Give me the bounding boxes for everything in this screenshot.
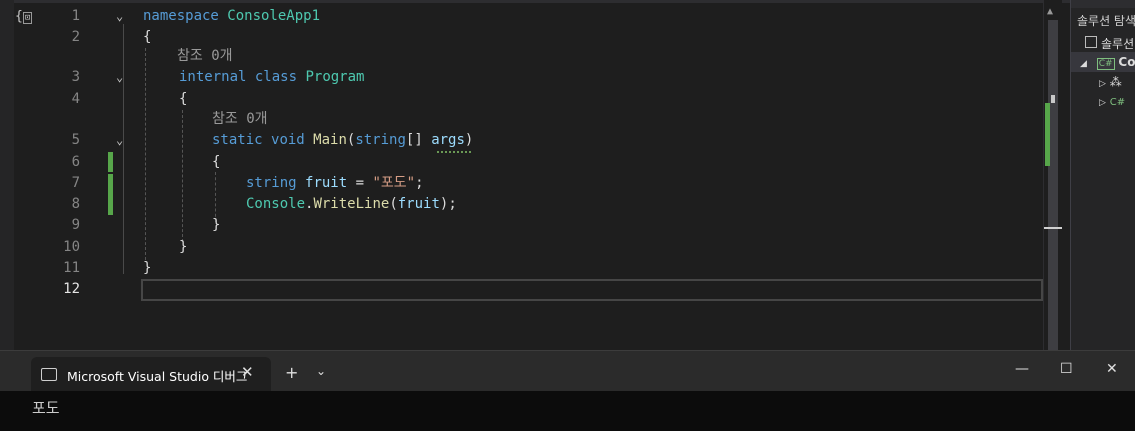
chevron-down-icon[interactable]: ⌄ <box>316 364 326 378</box>
tree-item-solution[interactable]: 솔루션 <box>1085 34 1134 54</box>
minimize-button[interactable]: — <box>1015 361 1029 377</box>
token-variable: fruit <box>305 175 348 191</box>
line-number: 12 <box>63 281 80 297</box>
code-line[interactable]: 6 { <box>0 152 1040 173</box>
code-line[interactable]: 8 Console.WriteLine(fruit); <box>0 194 1040 215</box>
token-keyword: namespace <box>143 8 219 24</box>
console-output-area[interactable]: 포도 <box>0 391 1135 431</box>
codelens-references[interactable]: 참조 0개 <box>177 46 233 66</box>
token-brace: { <box>212 154 221 170</box>
line-number: 2 <box>71 29 80 45</box>
token-punct: ; <box>415 175 424 191</box>
line-number: 8 <box>71 196 80 212</box>
token-operator: = <box>347 175 373 191</box>
code-line[interactable]: 10 } <box>0 237 1040 258</box>
terminal-tab[interactable]: Microsoft Visual Studio 디버그 ✕ <box>31 357 271 391</box>
tree-item-dependencies[interactable]: ▷ ⁂ <box>1099 72 1122 92</box>
collapse-arrow-icon[interactable]: ▷ <box>1099 98 1106 108</box>
scroll-up-icon[interactable]: ▲ <box>1047 6 1053 17</box>
fold-chevron-icon[interactable]: ⌄ <box>116 130 132 151</box>
token-method: WriteLine <box>313 196 390 212</box>
token-namespace: ConsoleApp1 <box>218 8 321 24</box>
tree-item-project[interactable]: ◢ C# Co <box>1071 52 1135 72</box>
token-brace: } <box>179 239 188 255</box>
code-line[interactable]: 1 ⌄ namespace ConsoleApp1 <box>0 6 1040 27</box>
token-brace: } <box>143 260 152 276</box>
maximize-button[interactable]: ☐ <box>1060 361 1073 377</box>
expand-arrow-icon[interactable]: ◢ <box>1080 59 1087 69</box>
code-line[interactable]: 5 ⌄ static void Main(string[] args) <box>0 130 1040 151</box>
token-keyword: static <box>212 132 263 148</box>
fold-chevron-icon[interactable]: ⌄ <box>116 6 132 27</box>
code-line[interactable]: 9 } <box>0 215 1040 236</box>
dependencies-icon: ⁂ <box>1109 75 1122 89</box>
line-number: 6 <box>71 154 80 170</box>
code-line[interactable]: 12 <box>0 279 1040 300</box>
code-line[interactable]: 2 { <box>0 27 1040 48</box>
token-punct: ); <box>439 196 457 212</box>
scrollbar-track[interactable] <box>1048 20 1058 350</box>
solution-icon <box>1085 36 1097 48</box>
code-line[interactable]: 7 string fruit = "포도"; <box>0 173 1040 194</box>
token-keyword: string <box>355 132 406 148</box>
tree-item-label: 솔루션 <box>1101 37 1135 51</box>
line-number: 1 <box>71 8 80 24</box>
solution-explorer[interactable]: 솔루션 탐색 솔루션 ◢ C# Co ▷ ⁂ ▷ C# <box>1070 0 1135 352</box>
code-line[interactable]: 3 ⌄ internal class Program <box>0 67 1040 88</box>
window-close-button[interactable]: ✕ <box>1106 361 1118 377</box>
token-string: "포도" <box>372 175 416 191</box>
token-brace: } <box>212 217 221 233</box>
new-tab-button[interactable]: + <box>285 363 298 382</box>
token-keyword: string <box>246 175 297 191</box>
csharp-project-icon: C# <box>1096 58 1115 70</box>
token-keyword: internal <box>179 69 247 85</box>
close-tab-icon[interactable]: ✕ <box>241 363 254 381</box>
vertical-scrollbar[interactable]: ▲ <box>1043 0 1062 352</box>
line-number: 5 <box>71 132 80 148</box>
scrollbar-change-marker <box>1045 103 1050 166</box>
scrollbar-caret-marker <box>1044 227 1062 229</box>
token-keyword: class <box>254 69 298 85</box>
tree-item-label: Co <box>1118 55 1135 69</box>
token-punct: ) <box>464 132 474 148</box>
line-number: 3 <box>71 69 80 85</box>
token-keyword: void <box>271 132 305 148</box>
terminal-tab-title: Microsoft Visual Studio 디버그 <box>67 369 248 384</box>
token-punct: [] <box>405 132 432 148</box>
code-line[interactable]: 4 { <box>0 89 1040 110</box>
token-brace: { <box>179 91 188 107</box>
scrollbar-marker <box>1051 95 1055 103</box>
line-number: 4 <box>71 91 80 107</box>
fold-chevron-icon[interactable]: ⌄ <box>116 67 132 88</box>
token-punct: ( <box>389 196 398 212</box>
token-brace: { <box>143 29 152 45</box>
token-class-name: Program <box>305 69 365 85</box>
editor-top-strip <box>0 0 1070 3</box>
line-number: 9 <box>71 217 80 233</box>
console-app-icon <box>41 368 57 381</box>
codelens-references[interactable]: 참조 0개 <box>212 109 268 129</box>
line-number: 7 <box>71 175 80 191</box>
token-method: Main <box>313 132 347 148</box>
solution-explorer-title: 솔루션 탐색 <box>1077 14 1135 28</box>
token-type: Console <box>246 196 306 212</box>
solution-toolbar <box>1071 0 1135 8</box>
code-editor[interactable]: {⊡ 1 ⌄ namespace ConsoleApp1 2 { 참조 0개 3… <box>0 0 1070 352</box>
line-number: 10 <box>63 239 80 255</box>
line-number: 11 <box>63 260 80 276</box>
token-variable: fruit <box>397 196 440 212</box>
debug-console-window[interactable]: Microsoft Visual Studio 디버그 ✕ + ⌄ — ☐ ✕ … <box>0 350 1135 431</box>
collapse-arrow-icon[interactable]: ▷ <box>1099 79 1106 89</box>
csharp-file-icon: C# <box>1109 97 1126 108</box>
tree-item-file[interactable]: ▷ C# <box>1099 91 1125 111</box>
code-line[interactable]: 11 } <box>0 258 1040 279</box>
console-output-text: 포도 <box>32 399 60 417</box>
token-parameter: args <box>431 132 465 148</box>
